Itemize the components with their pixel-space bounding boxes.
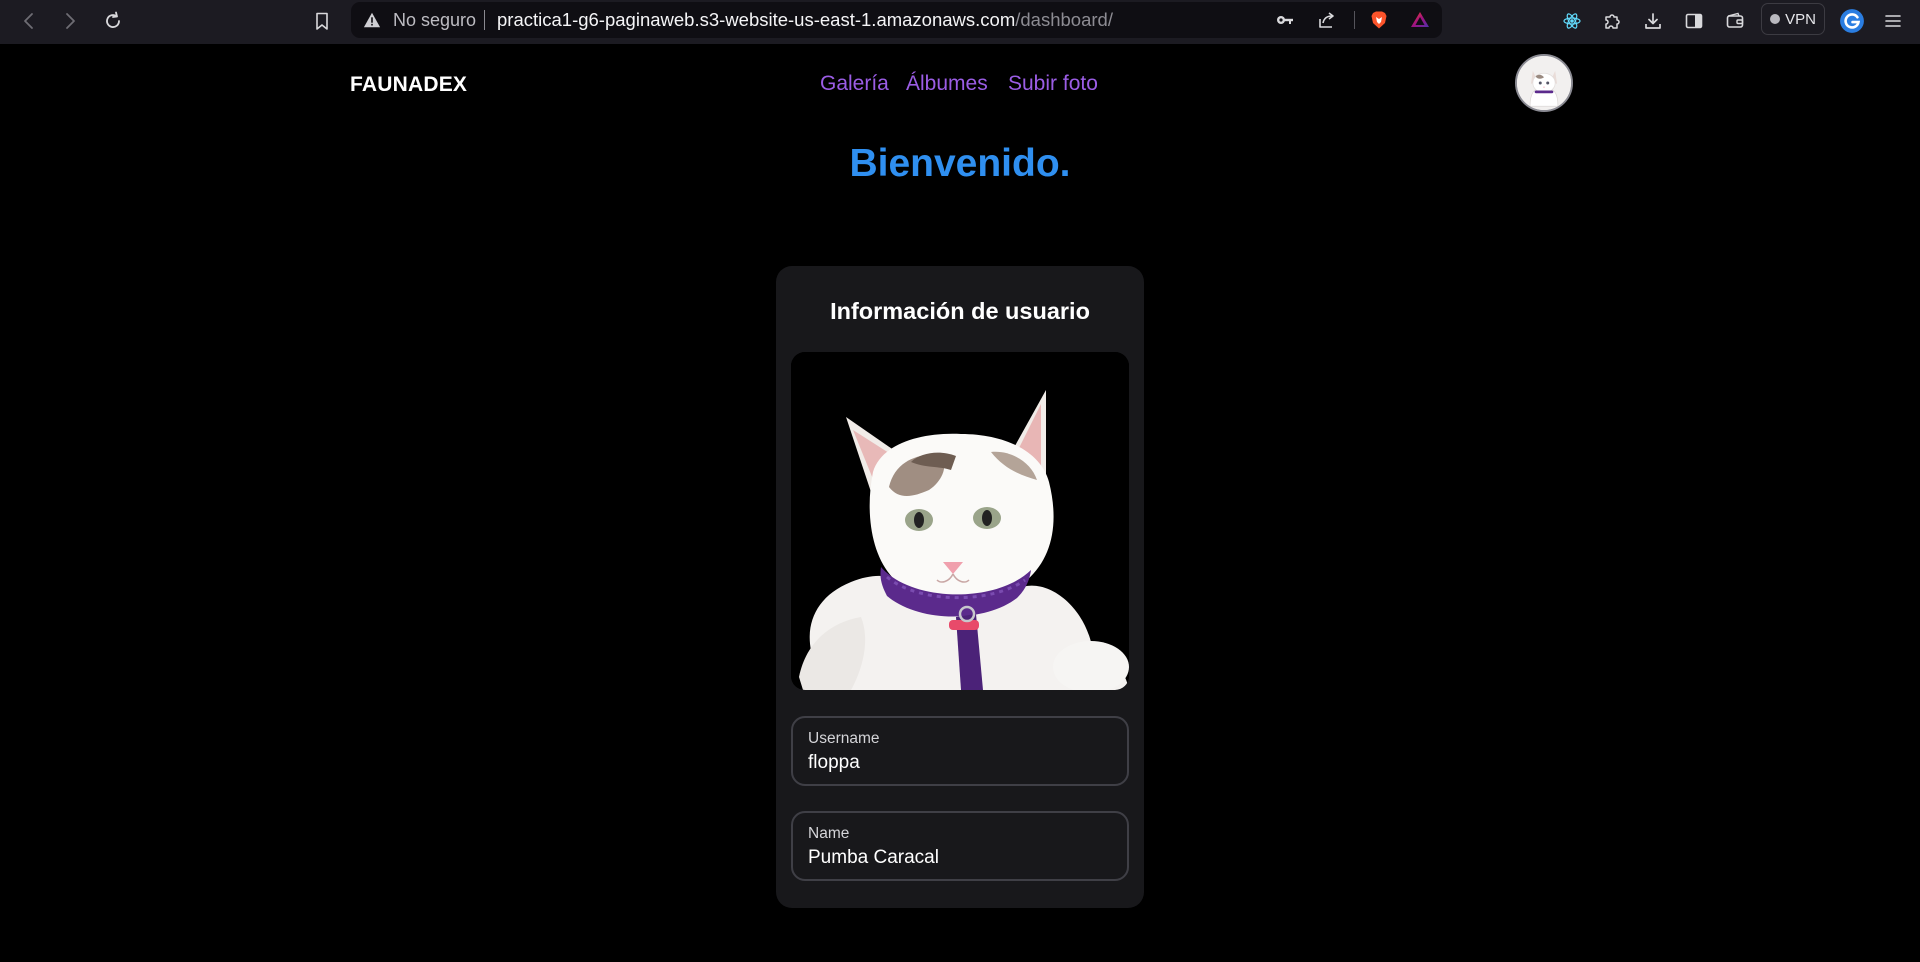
username-field[interactable]: Username floppa	[791, 716, 1129, 786]
url-host: practica1-g6-paginaweb.s3-website-us-eas…	[497, 9, 1016, 30]
sidebar-icon[interactable]	[1679, 6, 1709, 36]
url-separator	[484, 10, 485, 30]
extensions-icon[interactable]	[1597, 6, 1627, 36]
user-avatar[interactable]	[1515, 54, 1573, 112]
name-value: Pumba Caracal	[808, 847, 939, 868]
nav-link-galeria[interactable]: Galería	[820, 72, 889, 96]
nav-link-albumes[interactable]: Álbumes	[906, 72, 988, 96]
address-bar[interactable]: No seguro practica1-g6-paginaweb.s3-webs…	[351, 2, 1442, 38]
card-title: Información de usuario	[830, 298, 1090, 324]
url-text[interactable]: practica1-g6-paginaweb.s3-website-us-eas…	[497, 10, 1113, 30]
cat-avatar-image	[1517, 56, 1571, 110]
user-info-card: Información de usuario Username floppa N…	[776, 266, 1144, 908]
profile-photo	[791, 352, 1129, 690]
vpn-label: VPN	[1785, 10, 1816, 28]
react-devtools-icon[interactable]	[1557, 6, 1587, 36]
reload-icon[interactable]	[98, 6, 128, 36]
profile-g-icon[interactable]	[1837, 6, 1867, 36]
key-icon[interactable]	[1273, 8, 1297, 32]
username-value: floppa	[808, 752, 860, 773]
bookmark-icon[interactable]	[307, 6, 337, 36]
share-icon[interactable]	[1315, 8, 1339, 32]
forward-icon[interactable]	[55, 6, 85, 36]
name-field[interactable]: Name Pumba Caracal	[791, 811, 1129, 881]
vpn-status-icon	[1770, 14, 1781, 24]
nav-link-subir-foto[interactable]: Subir foto	[1008, 72, 1098, 96]
warning-icon[interactable]	[363, 11, 381, 29]
name-label: Name	[808, 825, 850, 842]
welcome-heading: Bienvenido.	[849, 142, 1071, 185]
brave-rewards-icon[interactable]	[1408, 8, 1432, 32]
brave-shields-icon[interactable]	[1367, 8, 1391, 32]
download-icon[interactable]	[1638, 6, 1668, 36]
vpn-button[interactable]: VPN	[1761, 3, 1825, 35]
browser-toolbar: No seguro practica1-g6-paginaweb.s3-webs…	[0, 0, 1920, 44]
menu-icon[interactable]	[1878, 6, 1908, 36]
site-brand[interactable]: FAUNADEX	[350, 73, 467, 97]
security-label[interactable]: No seguro	[393, 11, 476, 29]
back-icon[interactable]	[14, 6, 44, 36]
toolbar-divider	[1354, 11, 1355, 29]
username-label: Username	[808, 730, 880, 747]
wallet-icon[interactable]	[1720, 6, 1750, 36]
url-path: /dashboard/	[1015, 9, 1113, 30]
cat-photo-image	[791, 352, 1129, 690]
